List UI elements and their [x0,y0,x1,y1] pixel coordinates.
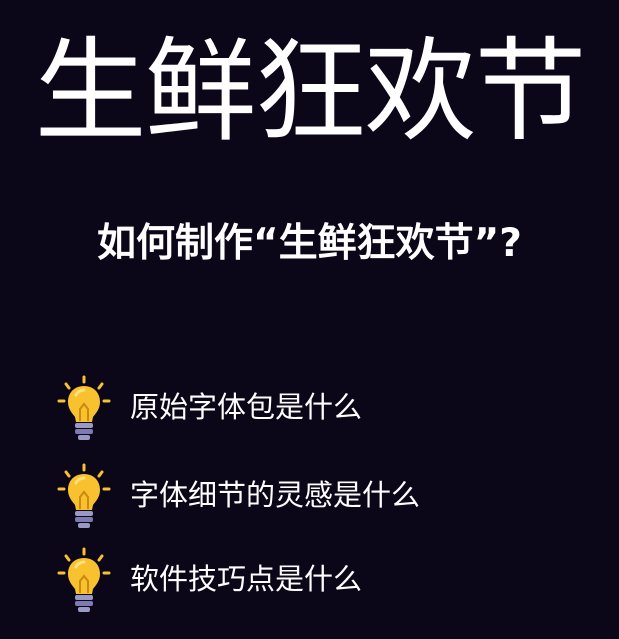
item-label: 字体细节的灵感是什么 [130,478,421,512]
item-label: 原始字体包是什么 [130,390,363,424]
item-label: 软件技巧点是什么 [130,562,363,596]
lightbulb-icon [57,375,111,440]
list-item: 原始字体包是什么 [50,375,590,445]
list-item: 软件技巧点是什么 [50,547,590,617]
hero-title: 生鲜狂欢节 [34,27,587,157]
lightbulb-icon [57,463,111,528]
list-item: 字体细节的灵感是什么 [50,463,590,533]
question-heading: 如何制作“生鲜狂欢节”? [97,221,522,266]
lightbulb-icon [57,547,111,612]
